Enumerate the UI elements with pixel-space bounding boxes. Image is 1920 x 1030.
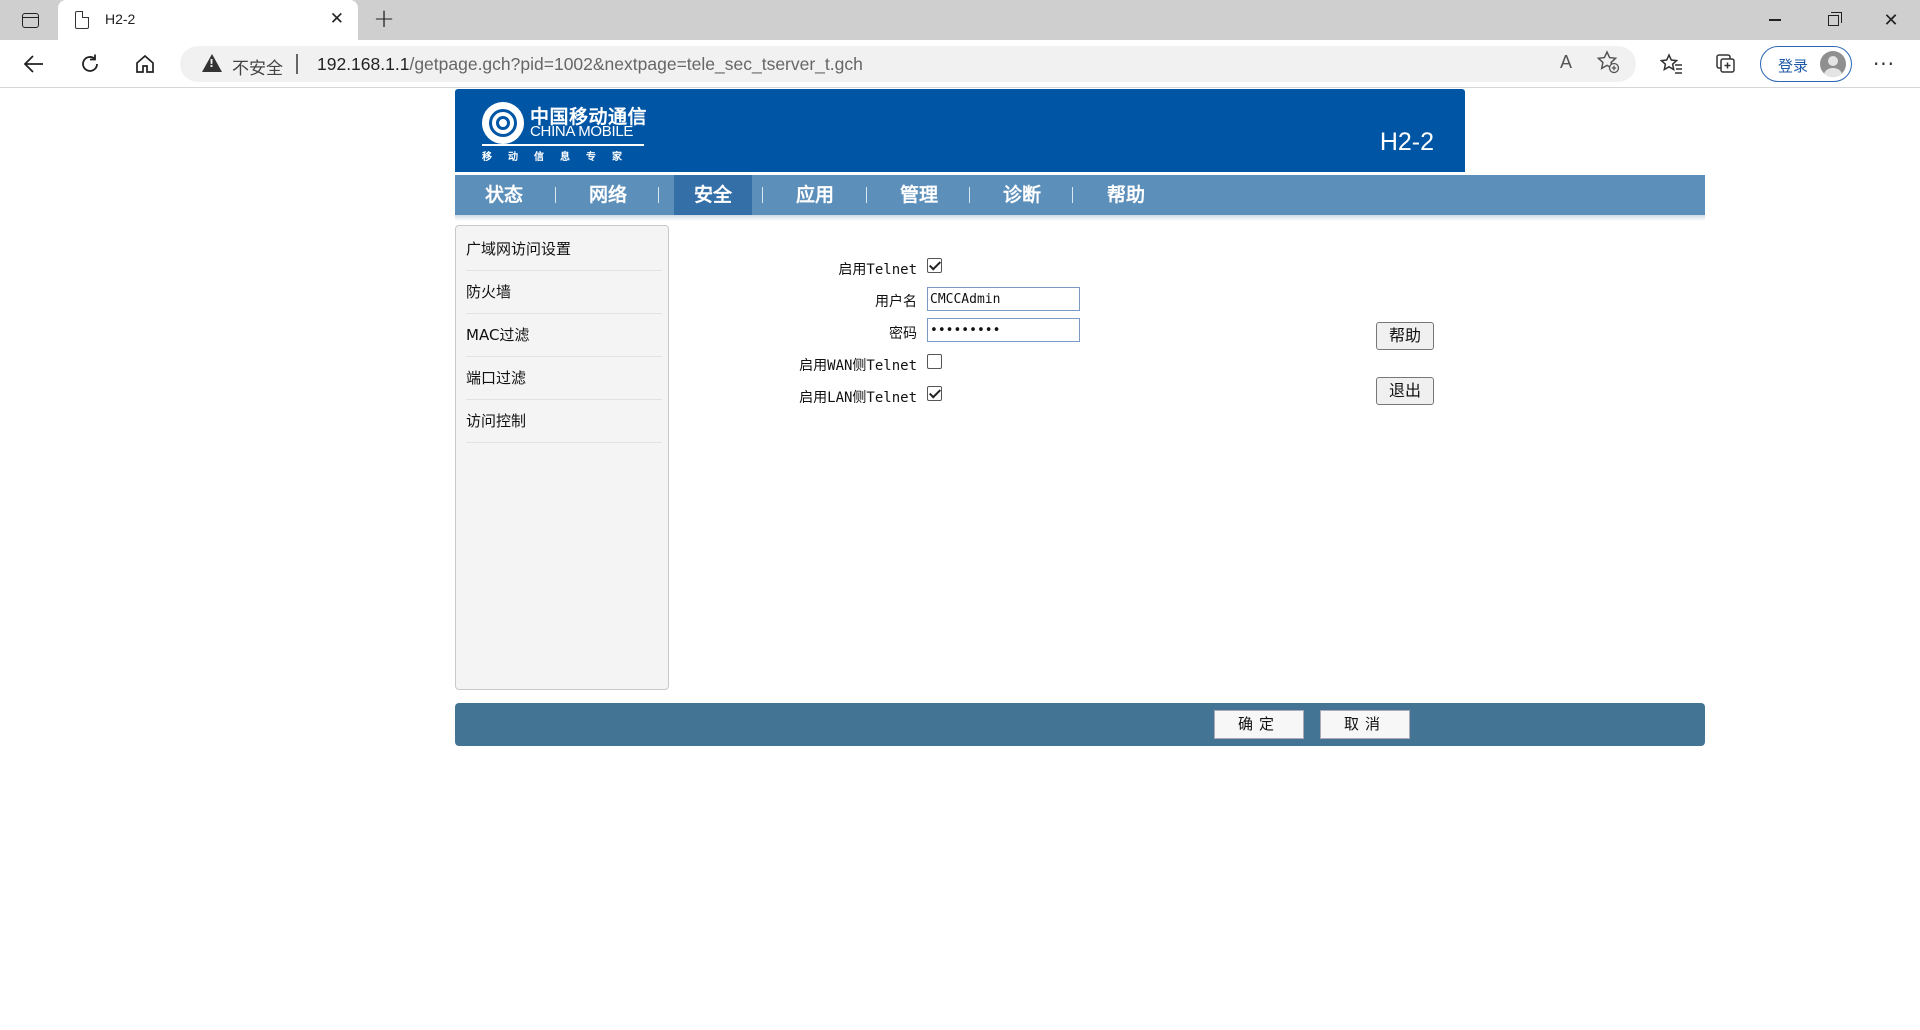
reload-icon[interactable] <box>72 48 108 80</box>
username-label: 用户名 <box>875 294 917 310</box>
enable-telnet-checkbox[interactable] <box>927 258 942 273</box>
enable-telnet-label: 启用Telnet <box>838 262 917 278</box>
menu-separator <box>555 187 556 203</box>
page-icon <box>75 11 89 29</box>
password-label: 密码 <box>889 326 917 342</box>
address-bar-row: 不安全 192.168.1.1/getpage.gch?pid=1002&nex… <box>0 40 1920 88</box>
menu-separator <box>969 187 970 203</box>
browser-tab-bar: H2-2 ✕ + ✕ <box>0 0 1920 40</box>
back-arrow-icon[interactable] <box>16 48 52 80</box>
url-separator <box>296 54 298 74</box>
header-banner: 中国移动通信 CHINA MOBILE 移动信息专家 H2-2 <box>455 89 1465 172</box>
add-favorite-icon[interactable] <box>1596 50 1620 80</box>
security-label[interactable]: 不安全 <box>232 54 283 79</box>
profile-avatar-icon <box>1820 51 1846 77</box>
main-menu: 状态 网络 安全 应用 管理 诊断 帮助 <box>455 175 1705 215</box>
menu-separator <box>1072 187 1073 203</box>
cancel-button[interactable]: 取消 <box>1320 710 1410 739</box>
sidebar-item-wan-access[interactable]: 广域网访问设置 <box>466 228 662 271</box>
footer-action-bar: 确定 取消 <box>455 703 1705 746</box>
login-label: 登录 <box>1778 57 1809 75</box>
enable-wan-telnet-checkbox[interactable] <box>927 354 942 369</box>
logo-emblem-icon <box>482 102 524 144</box>
menu-item-network[interactable]: 网络 <box>569 175 647 215</box>
favorites-icon[interactable] <box>1654 48 1690 80</box>
sidebar-item-port-filter[interactable]: 端口过滤 <box>466 357 662 400</box>
logo-en-text: CHINA MOBILE <box>530 123 634 140</box>
menu-item-status[interactable]: 状态 <box>465 175 543 215</box>
menu-item-application[interactable]: 应用 <box>776 175 854 215</box>
logo-slogan: 移动信息专家 <box>482 152 638 163</box>
url-box[interactable]: 不安全 192.168.1.1/getpage.gch?pid=1002&nex… <box>180 46 1636 82</box>
username-input[interactable] <box>927 287 1080 311</box>
browser-tab[interactable]: H2-2 ✕ <box>58 0 358 40</box>
sidebar-item-firewall[interactable]: 防火墙 <box>466 271 662 314</box>
url-path: /getpage.gch?pid=1002&nextpage=tele_sec_… <box>409 54 863 74</box>
login-button[interactable]: 登录 <box>1760 46 1852 82</box>
url-text[interactable]: 192.168.1.1/getpage.gch?pid=1002&nextpag… <box>317 54 863 75</box>
warning-icon[interactable] <box>202 54 222 72</box>
enable-lan-telnet-label: 启用LAN侧Telnet <box>799 390 917 406</box>
close-icon[interactable]: ✕ <box>1862 0 1920 40</box>
enable-lan-telnet-checkbox[interactable] <box>927 386 942 401</box>
menu-item-management[interactable]: 管理 <box>880 175 958 215</box>
collections-icon[interactable] <box>1708 48 1744 80</box>
logout-button[interactable]: 退出 <box>1376 377 1434 405</box>
new-tab-button[interactable]: + <box>368 4 400 36</box>
menu-separator <box>866 187 867 203</box>
help-button[interactable]: 帮助 <box>1376 322 1434 350</box>
password-input[interactable] <box>927 318 1080 342</box>
enable-wan-telnet-label: 启用WAN侧Telnet <box>799 358 917 374</box>
home-icon[interactable] <box>127 48 163 80</box>
china-mobile-logo: 中国移动通信 CHINA MOBILE 移动信息专家 <box>482 102 652 164</box>
read-aloud-icon[interactable]: A <box>1560 52 1572 73</box>
more-options-icon[interactable]: ··· <box>1866 48 1902 80</box>
maximize-icon[interactable] <box>1804 0 1862 40</box>
menu-item-help[interactable]: 帮助 <box>1087 175 1165 215</box>
menu-separator <box>762 187 763 203</box>
menu-item-security[interactable]: 安全 <box>674 175 752 215</box>
sidebar-item-mac-filter[interactable]: MAC过滤 <box>466 314 662 357</box>
logo-divider <box>482 144 644 146</box>
tab-title: H2-2 <box>105 11 136 27</box>
minimize-icon[interactable] <box>1746 0 1804 40</box>
security-sidebar: 广域网访问设置 防火墙 MAC过滤 端口过滤 访问控制 <box>455 225 669 690</box>
sidebar-item-access-control[interactable]: 访问控制 <box>466 400 662 443</box>
device-model: H2-2 <box>1379 128 1434 156</box>
tab-close-icon[interactable]: ✕ <box>330 8 344 30</box>
url-host: 192.168.1.1 <box>317 54 410 74</box>
sidebar-toggle-icon[interactable] <box>14 7 46 33</box>
confirm-button[interactable]: 确定 <box>1214 710 1304 739</box>
menu-shadow <box>455 215 1705 221</box>
menu-separator <box>658 187 659 203</box>
menu-item-diagnosis[interactable]: 诊断 <box>983 175 1061 215</box>
